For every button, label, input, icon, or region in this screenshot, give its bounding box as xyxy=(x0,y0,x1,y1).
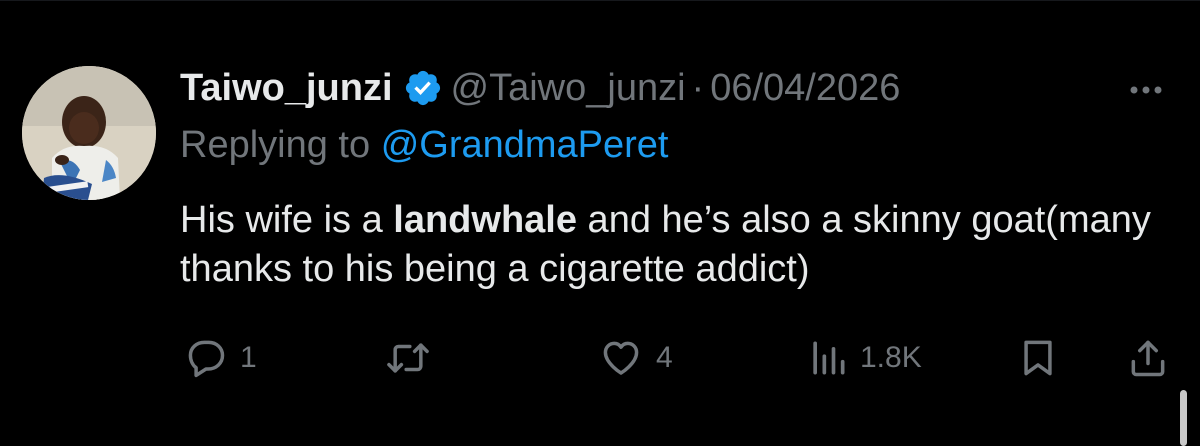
reply-bubble-icon xyxy=(184,336,228,380)
reply-button[interactable]: 1 xyxy=(184,334,257,382)
action-bar: 1 4 1.8K xyxy=(180,334,1180,382)
share-upload-icon xyxy=(1126,336,1170,380)
separator-dot: · xyxy=(691,66,705,109)
replying-prefix: Replying to xyxy=(180,124,371,166)
bookmark-button[interactable] xyxy=(1016,334,1060,382)
tweet-text-part1: His wife is a xyxy=(180,199,394,241)
bookmark-icon xyxy=(1016,336,1060,380)
tweet[interactable]: Taiwo_junzi @Taiwo_junzi · 06/04/2026 Re… xyxy=(0,0,1200,446)
heart-icon xyxy=(598,336,644,380)
tweet-header: Taiwo_junzi @Taiwo_junzi · 06/04/2026 xyxy=(180,60,900,116)
handle[interactable]: @Taiwo_junzi xyxy=(451,67,686,110)
like-button[interactable]: 4 xyxy=(598,334,673,382)
scrollbar[interactable] xyxy=(1180,390,1187,446)
reply-count: 1 xyxy=(240,341,257,374)
tweet-text-bold: landwhale xyxy=(393,199,577,241)
more-dots-icon[interactable] xyxy=(1120,70,1172,110)
verified-badge-icon xyxy=(403,68,443,108)
retweet-button[interactable] xyxy=(384,334,444,382)
views-button[interactable]: 1.8K xyxy=(808,334,922,382)
views-count: 1.8K xyxy=(860,341,922,374)
replying-to-mention[interactable]: @GrandmaPeret xyxy=(381,124,669,166)
views-bar-chart-icon xyxy=(808,336,848,380)
tweet-date[interactable]: 06/04/2026 xyxy=(710,67,900,110)
like-count: 4 xyxy=(656,341,673,374)
retweet-icon xyxy=(384,336,432,380)
display-name[interactable]: Taiwo_junzi xyxy=(180,67,393,110)
replying-to: Replying to @GrandmaPeret xyxy=(180,124,669,167)
avatar[interactable] xyxy=(22,66,156,200)
share-button[interactable] xyxy=(1126,334,1170,382)
tweet-text: His wife is a landwhale and he’s also a … xyxy=(180,196,1160,294)
